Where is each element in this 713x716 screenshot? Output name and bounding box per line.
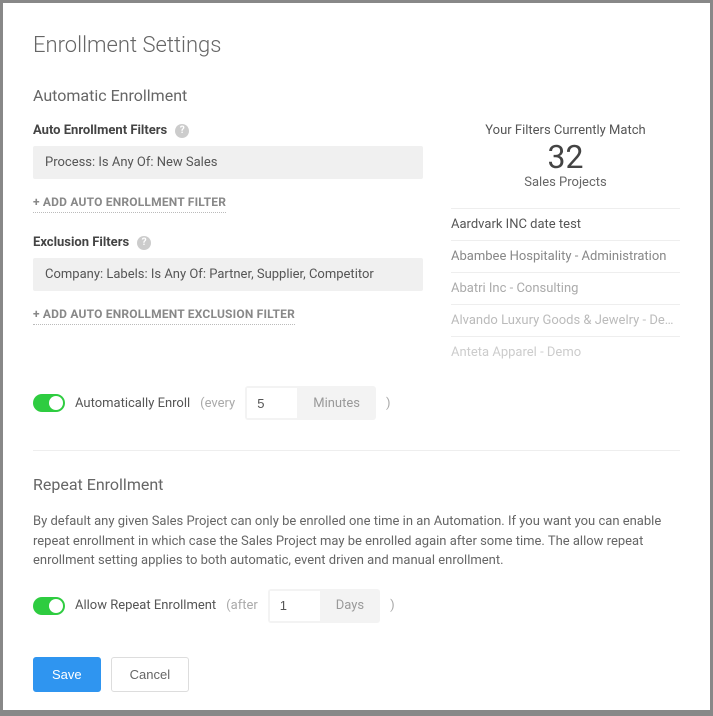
repeat-interval: Days bbox=[268, 589, 380, 623]
help-icon[interactable]: ? bbox=[175, 124, 189, 138]
paren-close: ) bbox=[390, 598, 395, 613]
match-item[interactable]: Alvando Luxury Goods & Jewelry - De… bbox=[451, 305, 680, 337]
save-button[interactable]: Save bbox=[33, 657, 101, 692]
auto-filters-label-row: Auto Enrollment Filters ? bbox=[33, 123, 423, 138]
paren-close: ) bbox=[386, 396, 391, 411]
match-header: Your Filters Currently Match bbox=[451, 123, 680, 138]
auto-filters-label: Auto Enrollment Filters bbox=[33, 123, 167, 138]
repeat-enrollment-heading: Repeat Enrollment bbox=[33, 475, 680, 494]
auto-enroll-interval: Minutes bbox=[245, 386, 376, 420]
button-row: Save Cancel bbox=[33, 657, 680, 692]
section-divider bbox=[33, 450, 680, 451]
cancel-button[interactable]: Cancel bbox=[111, 657, 189, 692]
add-exclusion-filter-button[interactable]: + ADD AUTO ENROLLMENT EXCLUSION FILTER bbox=[33, 307, 295, 325]
exclusion-filter-chip[interactable]: Company: Labels: Is Any Of: Partner, Sup… bbox=[33, 258, 423, 291]
match-subtitle: Sales Projects bbox=[451, 175, 680, 190]
exclusion-filters-label: Exclusion Filters bbox=[33, 235, 129, 250]
auto-filter-chip[interactable]: Process: Is Any Of: New Sales bbox=[33, 146, 423, 179]
auto-enroll-label: Automatically Enroll bbox=[75, 396, 190, 411]
repeat-interval-unit[interactable]: Days bbox=[320, 598, 380, 613]
exclusion-filters-label-row: Exclusion Filters ? bbox=[33, 235, 423, 250]
auto-enroll-interval-unit[interactable]: Minutes bbox=[297, 396, 376, 411]
filters-column: Auto Enrollment Filters ? Process: Is An… bbox=[33, 123, 423, 368]
match-item[interactable]: Abatri Inc - Consulting bbox=[451, 273, 680, 305]
enrollment-settings-modal: Enrollment Settings Automatic Enrollment… bbox=[3, 3, 710, 710]
page-title: Enrollment Settings bbox=[33, 33, 680, 58]
help-icon[interactable]: ? bbox=[137, 236, 151, 250]
add-auto-enrollment-filter-button[interactable]: + ADD AUTO ENROLLMENT FILTER bbox=[33, 195, 226, 213]
automatic-enrollment-heading: Automatic Enrollment bbox=[33, 86, 680, 105]
match-item[interactable]: Anteta Apparel - Demo bbox=[451, 337, 680, 368]
repeat-enroll-toggle[interactable] bbox=[33, 597, 65, 615]
automatic-columns: Auto Enrollment Filters ? Process: Is An… bbox=[33, 123, 680, 368]
auto-enroll-row: Automatically Enroll (every Minutes ) bbox=[33, 386, 680, 420]
matches-column: Your Filters Currently Match 32 Sales Pr… bbox=[451, 123, 680, 368]
auto-enroll-interval-input[interactable] bbox=[247, 388, 297, 418]
repeat-description: By default any given Sales Project can o… bbox=[33, 512, 680, 571]
match-item[interactable]: Aardvark INC date test bbox=[451, 209, 680, 241]
after-prefix: (after bbox=[226, 598, 258, 613]
auto-enroll-toggle[interactable] bbox=[33, 394, 65, 412]
repeat-enroll-row: Allow Repeat Enrollment (after Days ) bbox=[33, 589, 680, 623]
match-list: Aardvark INC date test Abambee Hospitali… bbox=[451, 208, 680, 368]
every-prefix: (every bbox=[200, 396, 235, 411]
repeat-enroll-label: Allow Repeat Enrollment bbox=[75, 598, 216, 613]
match-count: 32 bbox=[451, 140, 680, 175]
match-item[interactable]: Abambee Hospitality - Administration bbox=[451, 241, 680, 273]
repeat-interval-input[interactable] bbox=[270, 591, 320, 621]
